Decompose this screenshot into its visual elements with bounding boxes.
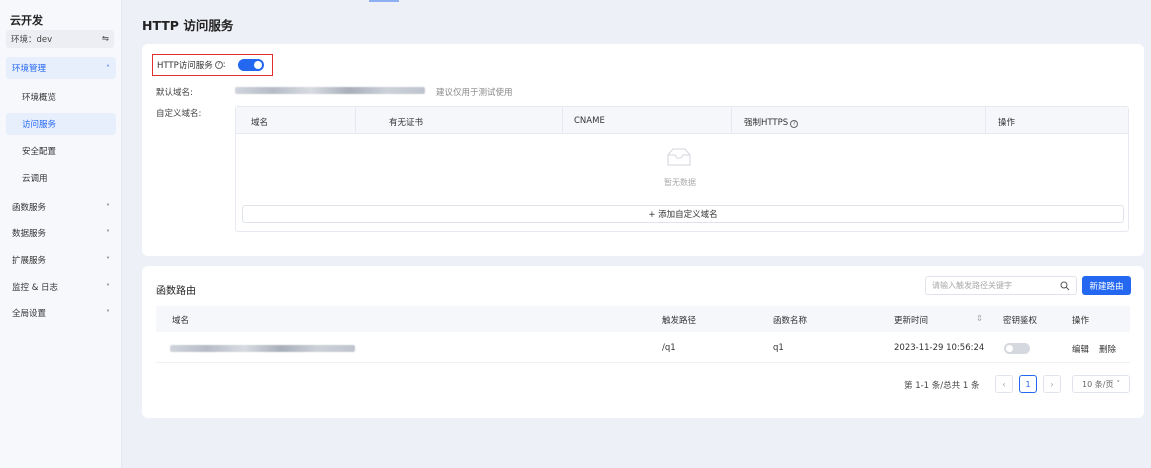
nav-item-label: 环境概览 (22, 93, 57, 103)
default-domain-label: 默认域名: (156, 88, 193, 98)
empty-text: 暂无数据 (664, 178, 696, 187)
edit-link[interactable]: 编辑 (1072, 343, 1089, 355)
chevron-down-icon: ˅ (106, 282, 110, 292)
col-actions: 操作 (998, 118, 1016, 128)
top-indicator (369, 0, 399, 2)
column-divider (355, 107, 356, 134)
delete-link[interactable]: 删除 (1099, 343, 1116, 355)
nav-group-label: 环境管理 (12, 64, 47, 74)
column-divider (562, 107, 563, 134)
default-domain-hint: 建议仅用于测试使用 (436, 88, 513, 98)
colon: : (222, 60, 226, 70)
brand-title: 云开发 (10, 14, 43, 27)
key-auth-toggle[interactable] (1004, 343, 1030, 354)
env-label: 环境：dev (11, 35, 53, 45)
sidebar: 云开发 环境：dev ⇋ 环境管理 ˄ 环境概览 访问服务 安全配置 云调用 函… (0, 0, 122, 468)
chevron-down-icon: ˅ (106, 308, 110, 318)
page-number-button[interactable]: 1 (1019, 375, 1037, 393)
custom-domain-table: 域名 有无证书 CNAME 强制HTTPS? 操作 暂无数据 + 添加自定义域名 (235, 106, 1129, 232)
nav-item-security-config[interactable]: 安全配置 (6, 140, 116, 162)
chevron-down-icon: ˅ (106, 228, 110, 238)
pagination-summary: 第 1-1 条/总共 1 条 (904, 381, 980, 391)
col-key-auth: 密钥鉴权 (1003, 316, 1038, 326)
default-domain-value (235, 87, 425, 94)
col-has-cert: 有无证书 (389, 118, 424, 128)
routes-table-header: 域名 触发路径 函数名称 更新时间 ⇕ 密钥鉴权 操作 (156, 306, 1130, 332)
empty-box-icon (667, 148, 691, 166)
add-custom-domain-button[interactable]: + 添加自定义域名 (242, 205, 1124, 223)
custom-domain-label: 自定义域名: (156, 109, 202, 119)
route-path: /q1 (662, 343, 676, 353)
chevron-up-icon: ˄ (106, 63, 110, 73)
col-actions: 操作 (1072, 316, 1090, 326)
env-switcher[interactable]: 环境：dev ⇋ (6, 30, 114, 48)
routes-title: 函数路由 (156, 286, 196, 297)
new-route-button[interactable]: 新建路由 (1082, 276, 1131, 295)
col-function-name: 函数名称 (773, 316, 808, 326)
col-force-https-label: 强制HTTPS (744, 118, 789, 128)
col-trigger-path: 触发路径 (662, 316, 697, 326)
col-cname: CNAME (574, 116, 605, 126)
http-service-card: HTTP访问服务 ?: 默认域名: 建议仅用于测试使用 自定义域名: 域名 有无… (142, 44, 1144, 256)
col-update-time: 更新时间 (894, 316, 929, 326)
nav-group-monitor-log[interactable]: 监控 & 日志 ˅ (6, 276, 116, 298)
route-updated-time: 2023-11-29 10:56:24 (894, 343, 985, 353)
sort-icon[interactable]: ⇕ (976, 314, 983, 324)
chevron-down-icon: ˅ (106, 255, 110, 265)
nav-group-data-service[interactable]: 数据服务 ˅ (6, 222, 116, 244)
route-search-input[interactable]: 请输入触发路径关键字 (925, 276, 1077, 295)
http-toggle-label: HTTP访问服务 (157, 61, 213, 71)
http-service-toggle[interactable] (238, 59, 264, 71)
nav-group-label: 函数服务 (12, 203, 47, 213)
page-size-value: 10 条/页 (1082, 379, 1114, 389)
switch-icon[interactable]: ⇋ (102, 34, 109, 44)
function-routes-card: 函数路由 请输入触发路径关键字 新建路由 域名 触发路径 函数名称 更新时间 ⇕… (142, 266, 1144, 418)
nav-group-label: 全局设置 (12, 309, 47, 319)
chevron-down-icon: ˅ (106, 202, 110, 212)
route-function-link[interactable]: q1 (773, 343, 784, 353)
nav-group-label: 扩展服务 (12, 256, 47, 266)
col-domain: 域名 (172, 316, 190, 326)
nav-item-label: 访问服务 (22, 120, 57, 130)
nav-item-label: 安全配置 (22, 147, 57, 157)
nav-group-label: 数据服务 (12, 229, 47, 239)
nav-item-label: 云调用 (22, 174, 48, 184)
column-divider (985, 107, 986, 134)
table-row: /q1 q1 2023-11-29 10:56:24 编辑 删除 (156, 333, 1130, 363)
chevron-down-icon: ˅ (1116, 380, 1120, 388)
search-icon[interactable] (1060, 281, 1070, 291)
nav-group-function-service[interactable]: 函数服务 ˅ (6, 196, 116, 218)
col-domain: 域名 (251, 118, 269, 128)
nav-group-label: 监控 & 日志 (12, 283, 59, 293)
nav-group-env-management[interactable]: 环境管理 ˄ (6, 57, 116, 79)
next-page-button[interactable]: › (1043, 375, 1061, 393)
search-placeholder: 请输入触发路径关键字 (932, 281, 1012, 290)
nav-item-env-overview[interactable]: 环境概览 (6, 86, 116, 108)
nav-group-extension-service[interactable]: 扩展服务 ˅ (6, 249, 116, 271)
page-size-select[interactable]: 10 条/页 ˅ (1072, 375, 1130, 393)
table-header: 域名 有无证书 CNAME 强制HTTPS? 操作 (236, 107, 1128, 134)
http-toggle-row: HTTP访问服务 ?: (152, 54, 273, 76)
route-domain-value (170, 345, 355, 352)
prev-page-button[interactable]: ‹ (995, 375, 1013, 393)
nav-item-access-service[interactable]: 访问服务 (6, 113, 116, 135)
page-title: HTTP 访问服务 (142, 18, 234, 33)
nav-item-cloud-call[interactable]: 云调用 (6, 167, 116, 189)
nav-group-global-settings[interactable]: 全局设置 ˅ (6, 302, 116, 324)
help-icon[interactable]: ? (214, 61, 223, 69)
column-divider (731, 107, 732, 134)
col-force-https: 强制HTTPS? (744, 116, 799, 128)
help-icon[interactable]: ? (790, 120, 799, 128)
